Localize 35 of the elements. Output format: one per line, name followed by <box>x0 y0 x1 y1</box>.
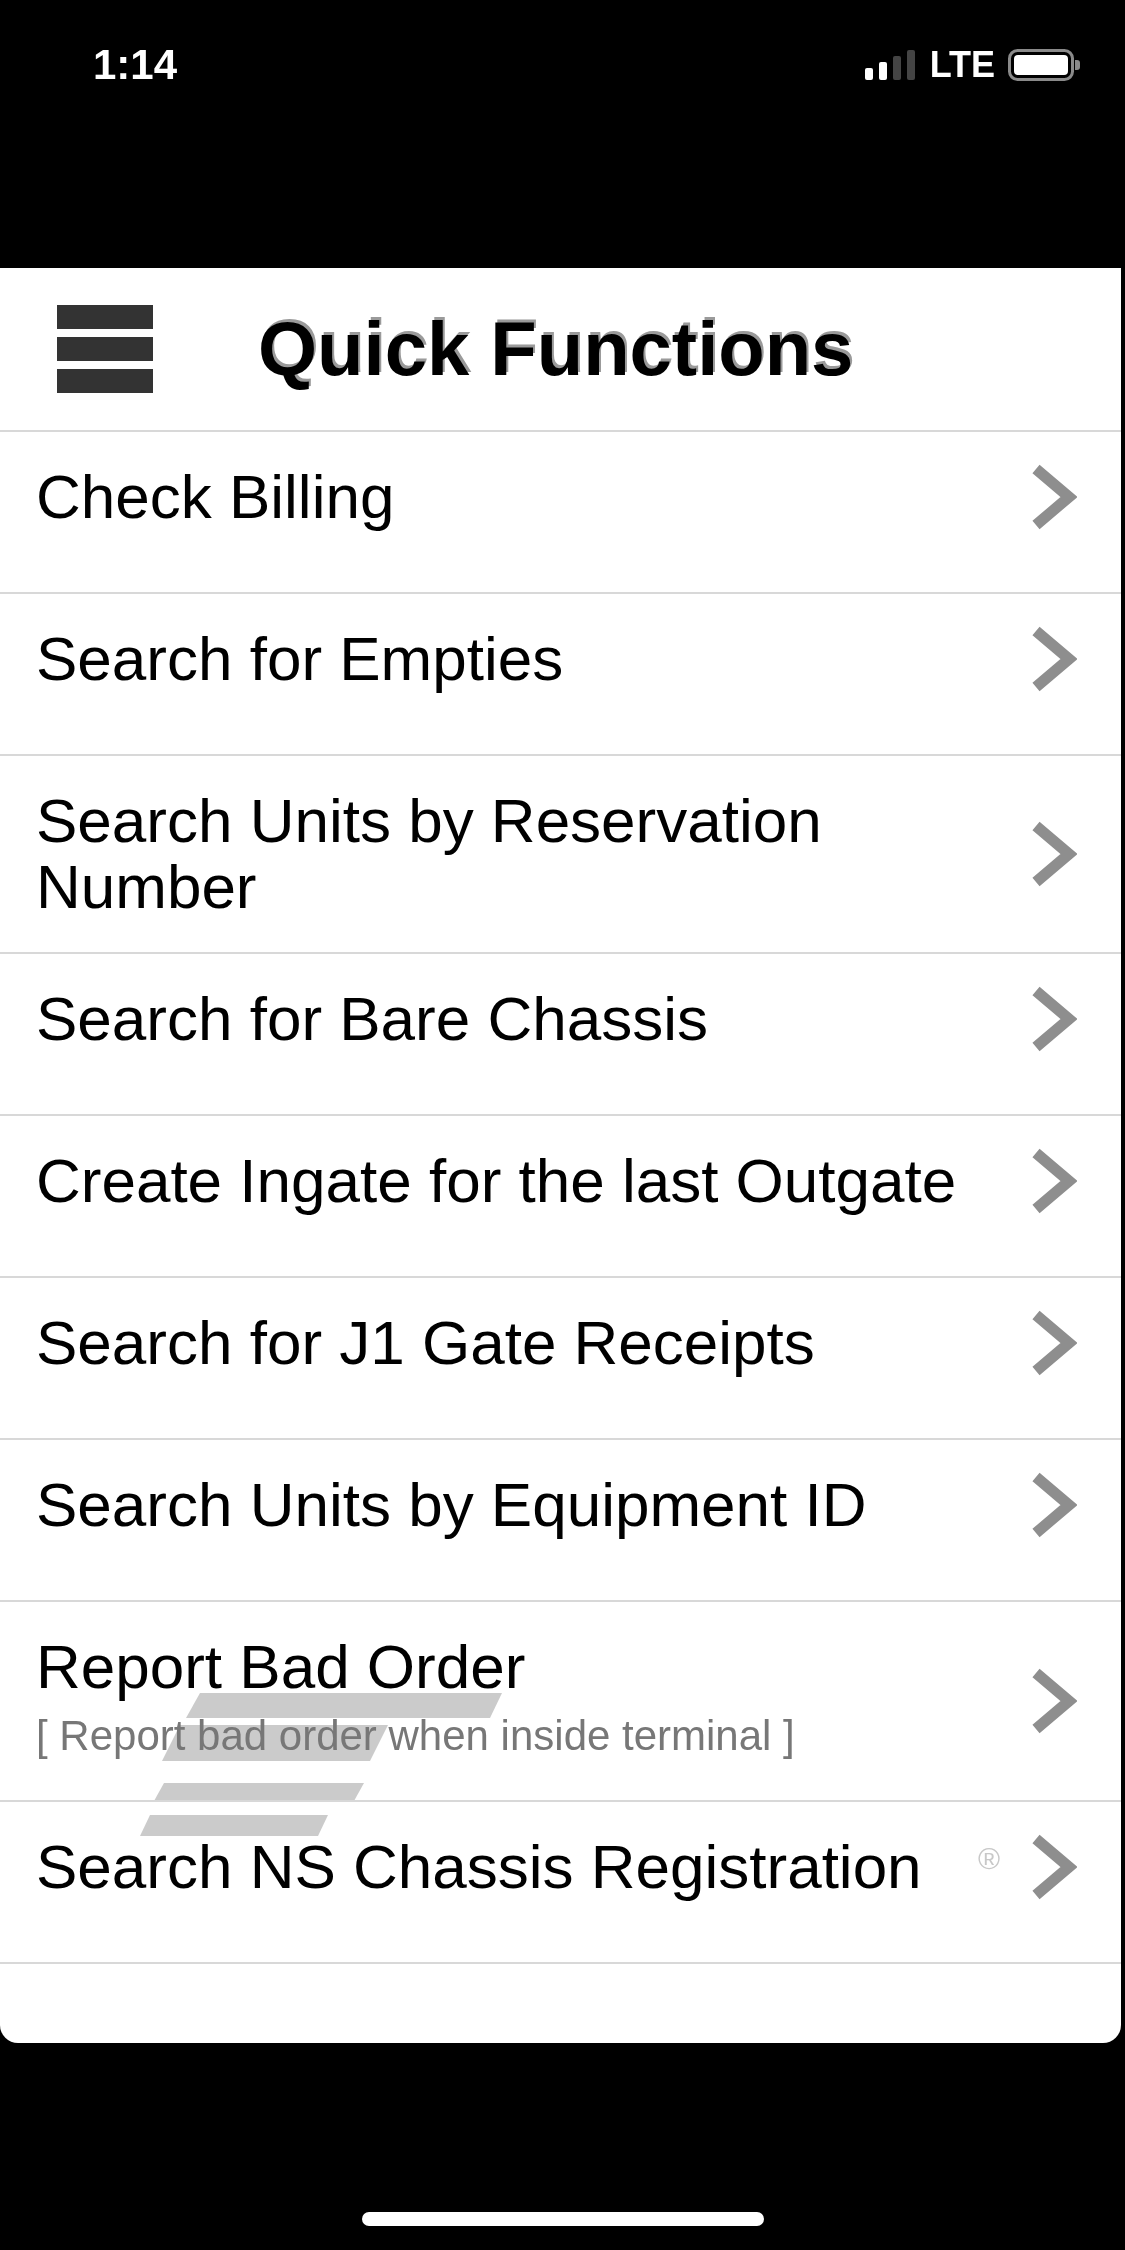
chevron-icon <box>1031 986 1077 1052</box>
list-item[interactable]: Search for Bare Chassis <box>0 954 1121 1116</box>
item-title: Report Bad Order <box>36 1634 526 1700</box>
chevron-icon <box>1031 1834 1077 1900</box>
list-item[interactable]: Report Bad Order [ Report bad order when inside terminal ] <box>0 1602 1121 1802</box>
list-item[interactable]: Search for Empties <box>0 594 1121 756</box>
item-title: Search Units by Equipment ID <box>36 1472 867 1538</box>
list-item[interactable]: Search Units by Equipment ID <box>0 1440 1121 1602</box>
item-title: Check Billing <box>36 464 395 530</box>
item-title: Search NS Chassis Registration <box>36 1834 922 1900</box>
signal-icon <box>864 50 917 80</box>
chevron-icon <box>1031 1148 1077 1214</box>
chevron-icon <box>1031 464 1077 530</box>
list-item[interactable]: Check Billing <box>0 432 1121 594</box>
item-title: Search Units by Reservation Number <box>36 788 823 920</box>
status-time: 1:14 <box>93 40 178 90</box>
chevron-icon <box>1031 1472 1077 1538</box>
menu-button[interactable] <box>57 305 153 393</box>
item-title: Search for Bare Chassis <box>36 986 708 1052</box>
screen-title: Quick Functions <box>258 305 854 393</box>
item-title: Create Ingate for the last Outgate <box>36 1148 957 1214</box>
menu-icon <box>57 305 153 393</box>
item-subtitle: [ Report bad order when inside terminal ] <box>36 1711 795 1761</box>
battery-icon <box>1008 49 1080 81</box>
item-title: Search for Empties <box>36 626 564 692</box>
list-item[interactable]: Search Units by Reservation Number <box>0 756 1121 954</box>
network-label: LTE <box>929 45 995 85</box>
registered-mark: ® <box>978 1843 1001 1875</box>
list-item[interactable]: Search for J1 Gate Receipts <box>0 1278 1121 1440</box>
chevron-icon <box>1031 1310 1077 1376</box>
chevron-icon <box>1031 1668 1077 1734</box>
list-item[interactable]: Create Ingate for the last Outgate <box>0 1116 1121 1278</box>
chevron-icon <box>1031 626 1077 692</box>
item-title: Search for J1 Gate Receipts <box>36 1310 815 1376</box>
chevron-icon <box>1031 821 1077 887</box>
